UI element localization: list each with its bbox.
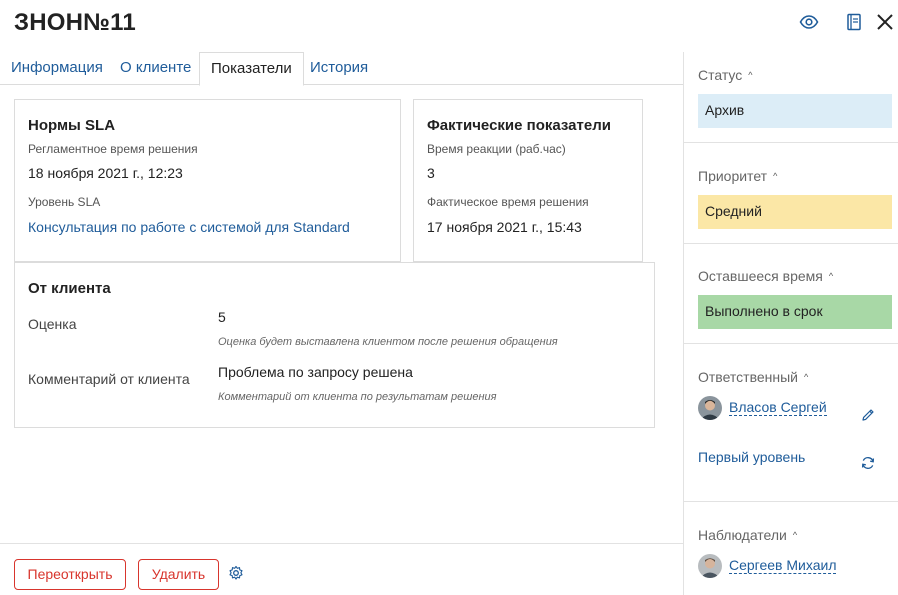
priority-title-text: Приоритет [698, 168, 768, 184]
client-feedback-card: От клиента Оценка 5 Оценка будет выставл… [14, 262, 655, 428]
actual-metrics-card: Фактические показатели Время реакции (ра… [413, 99, 643, 262]
tab-history[interactable]: История [299, 52, 379, 85]
comment-label: Комментарий от клиента [28, 371, 190, 387]
remaining-title-text: Оставшееся время [698, 268, 823, 284]
delete-button[interactable]: Удалить [138, 559, 219, 590]
reaction-time-value: 3 [427, 165, 435, 181]
remaining-time-badge[interactable]: Выполнено в срок [698, 295, 892, 329]
support-group-link[interactable]: Первый уровень [698, 449, 805, 465]
sidebar: Статус ^ Архив Приоритет ^ Средний Оставше… [683, 52, 898, 595]
divider [684, 343, 898, 344]
status-title-text: Статус [698, 67, 743, 83]
observers-title-text: Наблюдатели [698, 527, 787, 543]
chevron-up-icon: ^ [792, 530, 798, 540]
tab-metrics[interactable]: Показатели [199, 52, 304, 86]
regulated-time-label: Регламентное время решения [28, 142, 198, 156]
divider [684, 501, 898, 502]
responsible-person-name[interactable]: Власов Сергей [729, 399, 827, 416]
avatar [698, 396, 722, 420]
actual-metrics-title: Фактические показатели [427, 117, 611, 134]
refresh-icon[interactable] [860, 455, 876, 471]
tab-bar: Информация О клиенте Показатели История [0, 52, 683, 86]
sla-norms-card: Нормы SLA Регламентное время решения 18 … [14, 99, 401, 262]
gear-icon[interactable] [228, 565, 244, 581]
avatar [698, 554, 722, 578]
rating-hint: Оценка будет выставлена клиентом после р… [218, 336, 558, 348]
tab-about-client[interactable]: О клиенте [109, 52, 202, 85]
sla-level-label: Уровень SLA [28, 195, 101, 209]
resolution-time-label: Фактическое время решения [427, 195, 589, 209]
responsible-person[interactable]: Власов Сергей [698, 396, 858, 420]
eye-icon[interactable] [799, 12, 819, 32]
close-icon[interactable] [875, 12, 895, 32]
footer-actions: Переоткрыть Удалить [0, 543, 683, 595]
responsible-title-text: Ответственный [698, 369, 798, 385]
priority-section-title[interactable]: Приоритет ^ [698, 168, 777, 184]
status-badge[interactable]: Архив [698, 94, 892, 128]
chevron-up-icon: ^ [773, 171, 778, 181]
pencil-icon[interactable] [860, 407, 876, 423]
chevron-up-icon: ^ [748, 70, 753, 80]
header: ЗНОН№11 [0, 0, 898, 44]
chevron-up-icon: ^ [803, 372, 809, 382]
priority-badge[interactable]: Средний [698, 195, 892, 229]
observer-person-name[interactable]: Сергеев Михаил [729, 557, 837, 574]
client-feedback-title: От клиента [28, 280, 111, 297]
sla-level-link[interactable]: Консультация по работе с системой для St… [28, 219, 350, 235]
divider [684, 142, 898, 143]
status-section-title[interactable]: Статус ^ [698, 67, 753, 83]
observers-section-title[interactable]: Наблюдатели ^ [698, 527, 797, 543]
regulated-time-value: 18 ноября 2021 г., 12:23 [28, 165, 183, 181]
reaction-time-label: Время реакции (раб.час) [427, 142, 566, 156]
rating-value: 5 [218, 309, 226, 325]
reopen-button[interactable]: Переоткрыть [14, 559, 126, 590]
chevron-up-icon: ^ [828, 271, 834, 281]
comment-value: Проблема по запросу решена [218, 364, 413, 380]
sla-norms-title: Нормы SLA [28, 117, 116, 134]
remaining-time-section-title[interactable]: Оставшееся время ^ [698, 268, 833, 284]
responsible-section-title[interactable]: Ответственный ^ [698, 369, 808, 385]
observer-person[interactable]: Сергеев Михаил [698, 554, 878, 578]
book-icon[interactable] [844, 12, 864, 32]
divider [684, 243, 898, 244]
rating-label: Оценка [28, 316, 77, 332]
comment-hint: Комментарий от клиента по результатам ре… [218, 391, 497, 403]
page-title: ЗНОН№11 [14, 9, 136, 36]
resolution-time-value: 17 ноября 2021 г., 15:43 [427, 219, 582, 235]
tab-information[interactable]: Информация [0, 52, 114, 85]
